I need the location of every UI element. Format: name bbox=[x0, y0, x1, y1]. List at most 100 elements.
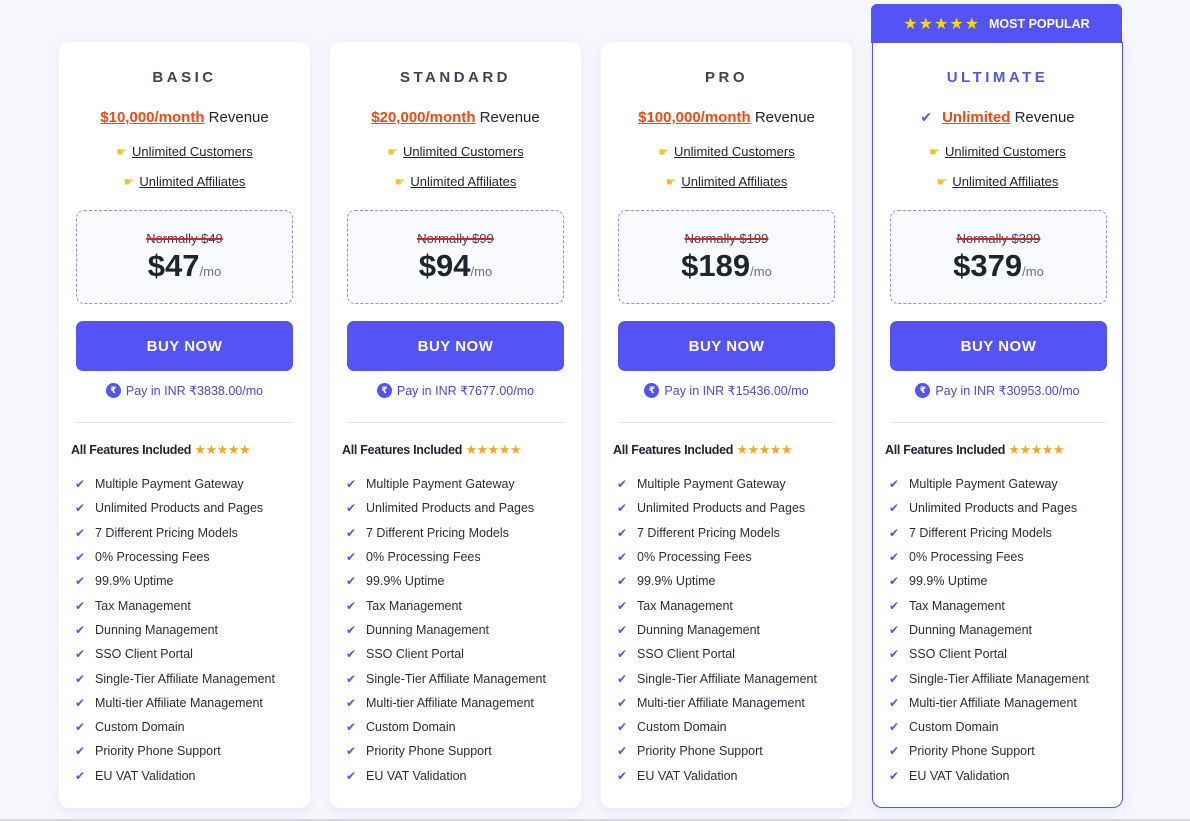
feature-label: Single-Tier Affiliate Management bbox=[366, 671, 546, 686]
feature-list: ✔ Multiple Payment Gateway ✔ Unlimited Prod… bbox=[889, 472, 1089, 788]
perk-customers-link[interactable]: Unlimited Customers bbox=[945, 144, 1066, 159]
buy-now-button[interactable]: BUY NOW bbox=[618, 321, 835, 371]
plan-name: STANDARD bbox=[399, 69, 512, 86]
divider bbox=[347, 422, 564, 423]
pricing-card-ultimate: ULTIMATE ✔ Unlimited Revenue ☛ Unlimited C… bbox=[872, 42, 1123, 808]
price-period: /mo bbox=[470, 264, 493, 279]
pricing-card-basic: BASIC ✔$10,000/month Revenue ☛Unlimited … bbox=[59, 42, 310, 808]
perk-affiliates-link[interactable]: Unlimited Affiliates bbox=[681, 174, 787, 189]
buy-now-button[interactable]: BUY NOW bbox=[890, 321, 1107, 371]
check-icon: ✔ bbox=[346, 550, 357, 565]
perk-customers-link[interactable]: Unlimited Customers bbox=[132, 144, 253, 159]
pay-in-inr-link[interactable]: ₹ Pay in INR ₹15436.00/mo bbox=[601, 383, 852, 398]
feature-label: SSO Client Portal bbox=[909, 647, 1007, 662]
check-icon: ✔ bbox=[346, 622, 357, 637]
revenue-amount-link[interactable]: $10,000/month bbox=[100, 109, 204, 126]
feature-label: Tax Management bbox=[95, 598, 191, 613]
feature-item: ✔ 7 Different Pricing Models bbox=[617, 521, 817, 545]
check-icon: ✔ bbox=[346, 671, 357, 686]
features-heading: All Features Included ★★★★★ bbox=[885, 442, 1065, 458]
feature-label: Dunning Management bbox=[909, 622, 1032, 637]
check-icon: ✔ bbox=[75, 525, 86, 540]
check-icon: ✔ bbox=[346, 477, 357, 492]
check-icon: ✔ bbox=[75, 477, 86, 492]
revenue-line: ✔ Unlimited Revenue bbox=[873, 109, 1122, 126]
feature-label: Single-Tier Affiliate Management bbox=[637, 671, 817, 686]
feature-label: Tax Management bbox=[366, 598, 462, 613]
pointing-hand-icon: ☛ bbox=[394, 175, 406, 189]
feature-item: ✔ Unlimited Products and Pages bbox=[75, 496, 275, 520]
check-icon: ✔ bbox=[889, 768, 900, 783]
check-icon: ✔ bbox=[617, 647, 628, 662]
perk-affiliates-link[interactable]: Unlimited Affiliates bbox=[952, 174, 1058, 189]
revenue-label: Revenue bbox=[754, 109, 815, 126]
check-icon: ✔ bbox=[920, 109, 933, 125]
feature-label: 0% Processing Fees bbox=[366, 550, 481, 565]
pay-in-inr-link[interactable]: ₹ Pay in INR ₹30953.00/mo bbox=[873, 383, 1122, 398]
check-icon: ✔ bbox=[75, 622, 86, 637]
buy-now-button[interactable]: BUY NOW bbox=[347, 321, 564, 371]
check-icon: ✔ bbox=[617, 477, 628, 492]
perk-affiliates-link[interactable]: Unlimited Affiliates bbox=[410, 174, 516, 189]
feature-item: ✔ 7 Different Pricing Models bbox=[75, 521, 275, 545]
feature-item: ✔ Custom Domain bbox=[75, 715, 275, 739]
feature-item: ✔ Single-Tier Affiliate Management bbox=[346, 666, 546, 690]
feature-label: Dunning Management bbox=[637, 622, 760, 637]
perk-affiliates: ☛ Unlimited Affiliates bbox=[873, 174, 1122, 189]
check-icon: ✔ bbox=[889, 622, 900, 637]
pay-in-inr-link[interactable]: ₹ Pay in INR ₹7677.00/mo bbox=[330, 383, 581, 398]
feature-label: 99.9% Uptime bbox=[909, 574, 988, 589]
check-icon: ✔ bbox=[617, 550, 628, 565]
perk-affiliates-link[interactable]: Unlimited Affiliates bbox=[139, 174, 245, 189]
check-icon: ✔ bbox=[75, 647, 86, 662]
check-icon: ✔ bbox=[346, 647, 357, 662]
feature-item: ✔ Tax Management bbox=[75, 593, 275, 617]
revenue-amount-link[interactable]: $100,000/month bbox=[638, 109, 751, 126]
perk-customers-link[interactable]: Unlimited Customers bbox=[674, 144, 795, 159]
perk-customers-link[interactable]: Unlimited Customers bbox=[403, 144, 524, 159]
pointing-hand-icon: ☛ bbox=[665, 175, 677, 189]
original-price: Normally $99 bbox=[417, 231, 494, 246]
revenue-amount-link[interactable]: Unlimited bbox=[942, 109, 1010, 126]
feature-label: 7 Different Pricing Models bbox=[95, 525, 238, 540]
check-icon: ✔ bbox=[75, 550, 86, 565]
feature-item: ✔ Multiple Payment Gateway bbox=[75, 472, 275, 496]
buy-now-button[interactable]: BUY NOW bbox=[76, 321, 293, 371]
feature-label: Custom Domain bbox=[637, 720, 727, 735]
divider bbox=[618, 422, 835, 423]
check-icon: ✔ bbox=[346, 744, 357, 759]
check-icon: ✔ bbox=[889, 525, 900, 540]
check-icon: ✔ bbox=[889, 720, 900, 735]
badge-stars-icon: ★★★★★ bbox=[903, 15, 980, 33]
pay-in-inr-link[interactable]: ₹ Pay in INR ₹3838.00/mo bbox=[59, 383, 310, 398]
revenue-line: ✔$10,000/month Revenue bbox=[59, 109, 310, 126]
feature-item: ✔ Dunning Management bbox=[346, 618, 546, 642]
feature-label: Multi-tier Affiliate Management bbox=[95, 695, 263, 710]
feature-item: ✔ Multiple Payment Gateway bbox=[617, 472, 817, 496]
feature-item: ✔ Tax Management bbox=[617, 593, 817, 617]
check-icon: ✔ bbox=[617, 574, 628, 589]
feature-label: Unlimited Products and Pages bbox=[366, 501, 535, 516]
check-icon: ✔ bbox=[889, 695, 900, 710]
features-title: All Features Included bbox=[342, 443, 463, 457]
feature-label: EU VAT Validation bbox=[366, 768, 467, 783]
feature-list: ✔ Multiple Payment Gateway ✔ Unlimited Prod… bbox=[75, 472, 275, 788]
check-icon: ✔ bbox=[75, 598, 86, 613]
feature-list: ✔ Multiple Payment Gateway ✔ Unlimited Prod… bbox=[346, 472, 546, 788]
perk-customers: ☛ Unlimited Customers bbox=[873, 144, 1122, 159]
check-icon: ✔ bbox=[617, 768, 628, 783]
feature-label: 7 Different Pricing Models bbox=[366, 525, 509, 540]
feature-label: Priority Phone Support bbox=[95, 744, 221, 759]
original-price: Normally $199 bbox=[684, 231, 769, 246]
feature-item: ✔ EU VAT Validation bbox=[889, 764, 1089, 788]
pricing-card-pro: PRO ✔$100,000/month Revenue ☛Unlimited C… bbox=[601, 42, 852, 808]
feature-item: ✔ EU VAT Validation bbox=[617, 764, 817, 788]
check-icon: ✔ bbox=[346, 574, 357, 589]
rupee-icon: ₹ bbox=[644, 383, 660, 398]
check-icon: ✔ bbox=[617, 671, 628, 686]
original-price: Normally $399 bbox=[956, 231, 1041, 246]
pointing-hand-icon: ☛ bbox=[116, 145, 128, 159]
feature-label: Unlimited Products and Pages bbox=[95, 501, 264, 516]
feature-label: Single-Tier Affiliate Management bbox=[95, 671, 275, 686]
revenue-amount-link[interactable]: $20,000/month bbox=[371, 109, 475, 126]
